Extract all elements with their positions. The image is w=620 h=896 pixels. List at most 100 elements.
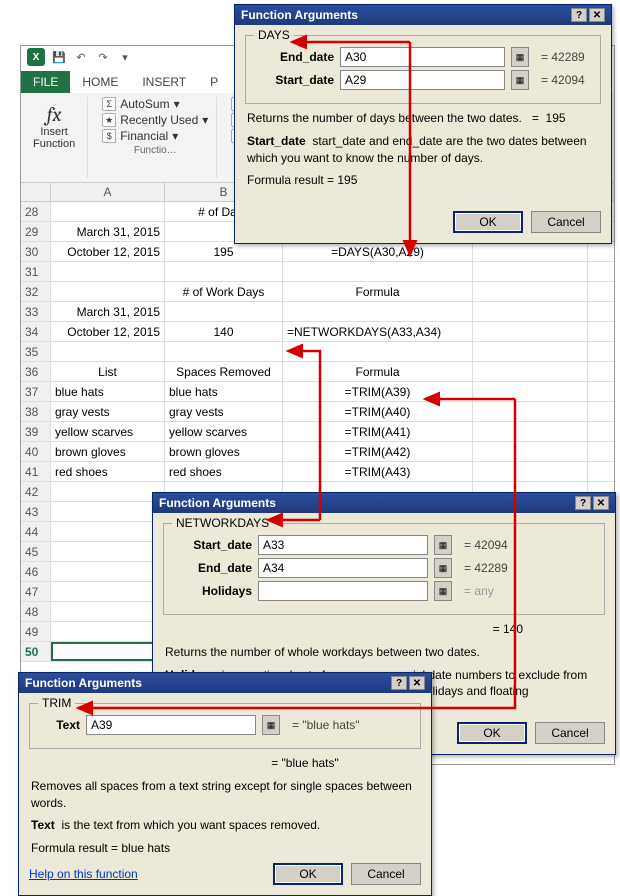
- row-header[interactable]: 41: [21, 462, 51, 481]
- cell-d37[interactable]: [473, 382, 588, 401]
- close-icon[interactable]: ✕: [589, 8, 605, 22]
- cell-a50[interactable]: [51, 642, 165, 661]
- tab-insert[interactable]: INSERT: [130, 71, 198, 93]
- cell-c33[interactable]: [283, 302, 473, 321]
- row-header[interactable]: 46: [21, 562, 51, 581]
- recent-button[interactable]: ★Recently Used ▾: [102, 113, 208, 127]
- trim-text-input[interactable]: [86, 715, 256, 735]
- dialog-days-titlebar[interactable]: Function Arguments ?✕: [235, 5, 611, 25]
- cell-d31[interactable]: [473, 262, 588, 281]
- cell-a47[interactable]: [51, 582, 165, 601]
- cell-a31[interactable]: [51, 262, 165, 281]
- cell-d38[interactable]: [473, 402, 588, 421]
- cell-c35[interactable]: [283, 342, 473, 361]
- row-header[interactable]: 28: [21, 202, 51, 221]
- row-header[interactable]: 47: [21, 582, 51, 601]
- tab-home[interactable]: HOME: [70, 71, 130, 93]
- cell-d32[interactable]: [473, 282, 588, 301]
- trim-ok-button[interactable]: OK: [273, 863, 343, 885]
- save-icon[interactable]: 💾: [51, 49, 67, 65]
- cell-a37[interactable]: blue hats: [51, 382, 165, 401]
- cell-d30[interactable]: [473, 242, 588, 261]
- cell-b33[interactable]: [165, 302, 283, 321]
- cell-c38[interactable]: =TRIM(A40): [283, 402, 473, 421]
- cell-a33[interactable]: March 31, 2015: [51, 302, 165, 321]
- grid-row[interactable]: 33March 31, 2015: [21, 302, 614, 322]
- tab-page-layout[interactable]: P: [198, 71, 230, 93]
- col-a[interactable]: A: [51, 183, 165, 201]
- row-header[interactable]: 50: [21, 642, 51, 661]
- row-header[interactable]: 48: [21, 602, 51, 621]
- end-date-refedit-icon[interactable]: ▦: [511, 47, 529, 67]
- cell-d34[interactable]: [473, 322, 588, 341]
- row-header[interactable]: 35: [21, 342, 51, 361]
- row-header[interactable]: 37: [21, 382, 51, 401]
- cell-b32[interactable]: # of Work Days: [165, 282, 283, 301]
- redo-icon[interactable]: ↷: [95, 49, 111, 65]
- cell-c31[interactable]: [283, 262, 473, 281]
- help-icon[interactable]: ?: [571, 8, 587, 22]
- row-header[interactable]: 32: [21, 282, 51, 301]
- cell-b36[interactable]: Spaces Removed: [165, 362, 283, 381]
- cell-a48[interactable]: [51, 602, 165, 621]
- grid-row[interactable]: 31: [21, 262, 614, 282]
- cell-c32[interactable]: Formula: [283, 282, 473, 301]
- trim-text-refedit-icon[interactable]: ▦: [262, 715, 280, 735]
- cell-b31[interactable]: [165, 262, 283, 281]
- days-cancel-button[interactable]: Cancel: [531, 211, 601, 233]
- tab-file[interactable]: FILE: [21, 71, 70, 93]
- row-header[interactable]: 49: [21, 622, 51, 641]
- trim-cancel-button[interactable]: Cancel: [351, 863, 421, 885]
- cell-a29[interactable]: March 31, 2015: [51, 222, 165, 241]
- cell-a28[interactable]: [51, 202, 165, 221]
- grid-row[interactable]: 32 # of Work DaysFormula: [21, 282, 614, 302]
- cell-b38[interactable]: gray vests: [165, 402, 283, 421]
- row-header[interactable]: 42: [21, 482, 51, 501]
- row-header[interactable]: 45: [21, 542, 51, 561]
- cell-b30[interactable]: 195: [165, 242, 283, 261]
- cell-a42[interactable]: [51, 482, 165, 501]
- cell-a40[interactable]: brown gloves: [51, 442, 165, 461]
- row-header[interactable]: 30: [21, 242, 51, 261]
- cell-c36[interactable]: Formula: [283, 362, 473, 381]
- financial-button[interactable]: $Financial ▾: [102, 129, 208, 143]
- cell-d40[interactable]: [473, 442, 588, 461]
- cell-a34[interactable]: October 12, 2015: [51, 322, 165, 341]
- row-header[interactable]: 29: [21, 222, 51, 241]
- cell-d41[interactable]: [473, 462, 588, 481]
- grid-row[interactable]: 37blue hatsblue hats=TRIM(A39): [21, 382, 614, 402]
- cell-c34[interactable]: =NETWORKDAYS(A33,A34): [283, 322, 473, 341]
- cell-a43[interactable]: [51, 502, 165, 521]
- net-holidays-refedit-icon[interactable]: ▦: [434, 581, 452, 601]
- row-header[interactable]: 38: [21, 402, 51, 421]
- autosum-button[interactable]: ΣAutoSum ▾: [102, 97, 208, 111]
- net-cancel-button[interactable]: Cancel: [535, 722, 605, 744]
- cell-b37[interactable]: blue hats: [165, 382, 283, 401]
- days-ok-button[interactable]: OK: [453, 211, 523, 233]
- close-icon[interactable]: ✕: [409, 676, 425, 690]
- cell-b34[interactable]: 140: [165, 322, 283, 341]
- grid-row[interactable]: 41 red shoesred shoes=TRIM(A43): [21, 462, 614, 482]
- net-end-input[interactable]: [258, 558, 428, 578]
- cell-a44[interactable]: [51, 522, 165, 541]
- net-end-refedit-icon[interactable]: ▦: [434, 558, 452, 578]
- grid-row[interactable]: 36ListSpaces RemovedFormula: [21, 362, 614, 382]
- grid-row[interactable]: 40 brown glovesbrown gloves=TRIM(A42): [21, 442, 614, 462]
- row-header[interactable]: 36: [21, 362, 51, 381]
- cell-a49[interactable]: [51, 622, 165, 641]
- cell-a39[interactable]: yellow scarves: [51, 422, 165, 441]
- cell-b35[interactable]: [165, 342, 283, 361]
- grid-row[interactable]: 38gray vestsgray vests=TRIM(A40): [21, 402, 614, 422]
- help-icon[interactable]: ?: [391, 676, 407, 690]
- insert-function-button[interactable]: fx Insert Function: [29, 97, 79, 156]
- help-link[interactable]: Help on this function: [29, 867, 138, 881]
- cell-a36[interactable]: List: [51, 362, 165, 381]
- cell-a35[interactable]: [51, 342, 165, 361]
- help-icon[interactable]: ?: [575, 496, 591, 510]
- cell-c30[interactable]: =DAYS(A30,A29): [283, 242, 473, 261]
- end-date-input[interactable]: [340, 47, 505, 67]
- grid-row[interactable]: 30October 12, 2015195=DAYS(A30,A29): [21, 242, 614, 262]
- row-header[interactable]: 44: [21, 522, 51, 541]
- cell-d33[interactable]: [473, 302, 588, 321]
- cell-d36[interactable]: [473, 362, 588, 381]
